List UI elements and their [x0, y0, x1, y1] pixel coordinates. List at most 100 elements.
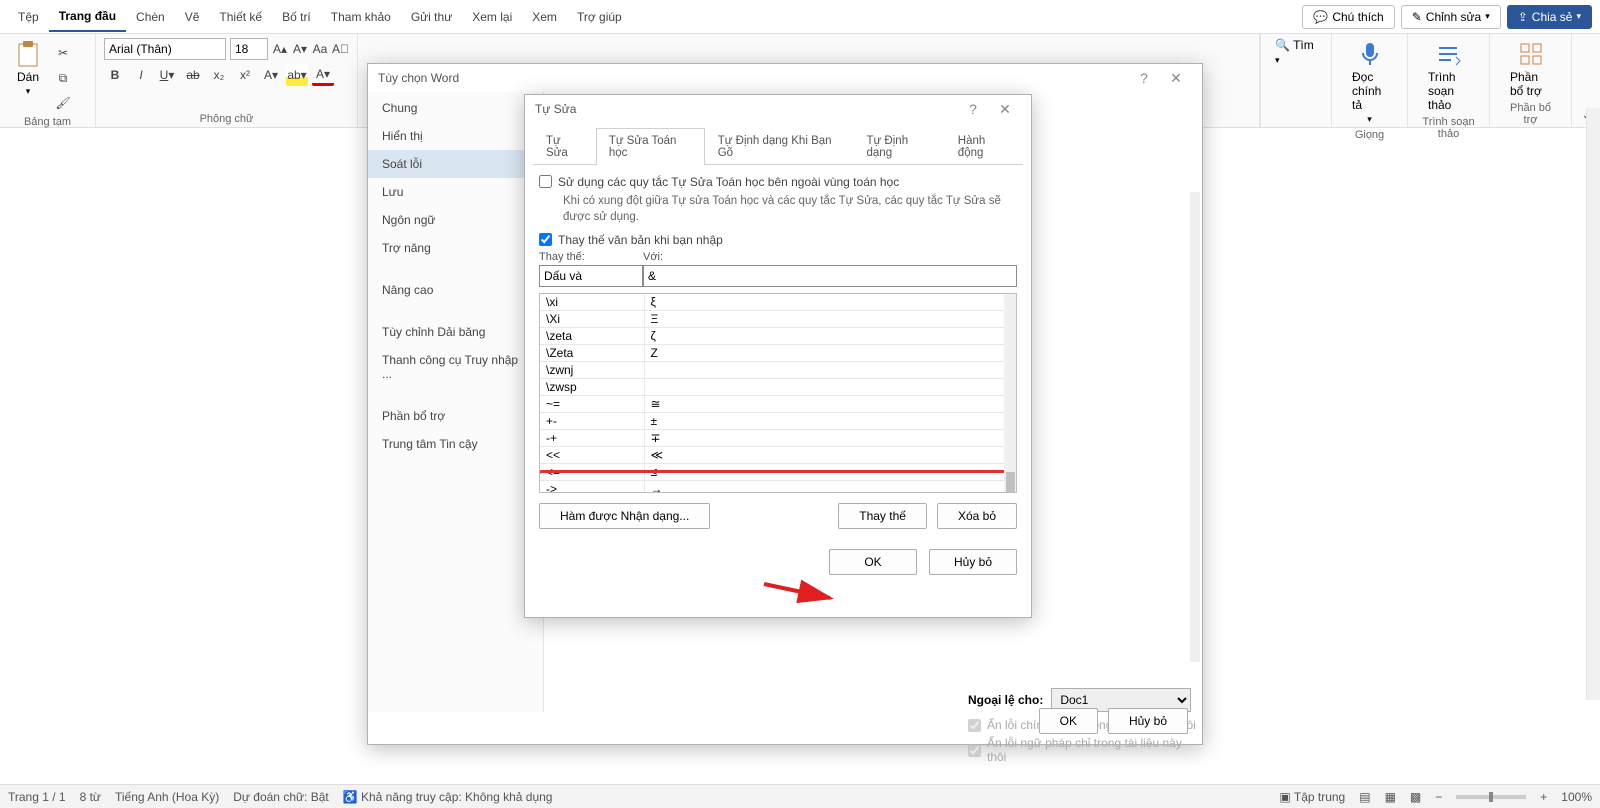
share-button[interactable]: ⇪Chia sẻ▾ [1507, 5, 1592, 29]
replace-input[interactable] [539, 265, 643, 287]
highlight-icon[interactable]: ab▾ [286, 64, 308, 86]
editor-button[interactable]: Trình soạn thảo [1422, 38, 1475, 114]
clear-format-icon[interactable]: A⃠ [332, 38, 349, 60]
with-header: Với: [643, 251, 1017, 263]
tab-actions[interactable]: Hành động [945, 128, 1023, 165]
italic-button[interactable]: I [130, 64, 152, 86]
menu-layout[interactable]: Bố trí [272, 3, 321, 31]
nav-qat[interactable]: Thanh công cụ Truy nhập ... [368, 346, 543, 388]
word-count[interactable]: 8 từ [80, 790, 101, 804]
tab-autocorrect[interactable]: Tự Sửa [533, 128, 596, 165]
help-icon[interactable]: ? [1128, 70, 1160, 86]
zoom-in-icon[interactable]: + [1540, 790, 1547, 804]
ac-ok-button[interactable]: OK [829, 549, 917, 575]
with-input[interactable] [643, 265, 1017, 287]
grow-font-icon[interactable]: A▴ [272, 38, 288, 60]
table-row[interactable]: \zwsp [540, 379, 1016, 396]
ac-help-icon[interactable]: ? [957, 101, 989, 117]
menu-design[interactable]: Thiết kế [209, 3, 272, 31]
strikethrough-button[interactable]: ab [182, 64, 204, 86]
replace-button[interactable]: Thay thế [838, 503, 927, 529]
nav-customize-ribbon[interactable]: Tùy chỉnh Dải băng [368, 318, 543, 346]
comments-button[interactable]: 💬Chú thích [1302, 5, 1394, 29]
recognized-functions-button[interactable]: Hàm được Nhận dạng... [539, 503, 710, 529]
use-outside-math-checkbox[interactable]: Sử dụng các quy tắc Tự Sửa Toán học bên … [539, 175, 1017, 189]
find-button[interactable]: 🔍 Tìm ▾ [1275, 38, 1317, 66]
table-row[interactable]: \xiξ [540, 294, 1016, 311]
menu-references[interactable]: Tham khảo [321, 3, 401, 31]
menu-review[interactable]: Xem lại [462, 3, 522, 31]
ac-cancel-button[interactable]: Hủy bỏ [929, 549, 1017, 575]
nav-language[interactable]: Ngôn ngữ [368, 206, 543, 234]
delete-button[interactable]: Xóa bỏ [937, 503, 1017, 529]
replacement-table[interactable]: \xiξ\XiΞ\zetaζ\ZetaΖ\zwnj\zwsp~=≅+-±-+∓<… [539, 293, 1017, 493]
exceptions-label: Ngoại lệ cho: [968, 693, 1043, 707]
subscript-button[interactable]: x₂ [208, 64, 230, 86]
ac-close-icon[interactable]: ✕ [989, 101, 1021, 118]
view-print-icon[interactable]: ▦ [1385, 790, 1396, 804]
nav-save[interactable]: Lưu [368, 178, 543, 206]
nav-accessibility[interactable]: Trợ năng [368, 234, 543, 262]
nav-proofing[interactable]: Soát lỗi [368, 150, 543, 178]
table-row[interactable]: \zetaζ [540, 328, 1016, 345]
copy-icon[interactable]: ⧉ [52, 67, 74, 89]
table-scrollbar[interactable] [1004, 294, 1016, 492]
table-row[interactable]: -+∓ [540, 430, 1016, 447]
table-row[interactable]: \XiΞ [540, 311, 1016, 328]
menu-view[interactable]: Xem [522, 3, 567, 31]
zoom-slider[interactable] [1456, 795, 1526, 799]
zoom-out-icon[interactable]: − [1435, 790, 1442, 804]
hide-grammar-checkbox[interactable]: Ẩn lỗi ngữ pháp chỉ trong tài liệu này t… [968, 736, 1202, 764]
menu-draw[interactable]: Vẽ [175, 3, 210, 31]
font-size-select[interactable] [230, 38, 268, 60]
text-effects-icon[interactable]: A▾ [260, 64, 282, 86]
nav-general[interactable]: Chung [368, 94, 543, 122]
replace-text-checkbox[interactable]: Thay thế văn bản khi bạn nhập [539, 233, 1017, 247]
change-case-icon[interactable]: Aa [312, 38, 328, 60]
menu-help[interactable]: Trợ giúp [567, 3, 632, 31]
options-ok-button[interactable]: OK [1039, 708, 1098, 734]
language-status[interactable]: Tiếng Anh (Hoa Kỳ) [115, 790, 219, 804]
table-row[interactable]: <=≤ [540, 464, 1016, 481]
tab-math-autocorrect[interactable]: Tự Sửa Toán học [596, 128, 705, 165]
cut-icon[interactable]: ✂ [52, 42, 74, 64]
superscript-button[interactable]: x² [234, 64, 256, 86]
nav-display[interactable]: Hiển thị [368, 122, 543, 150]
accessibility-status[interactable]: ♿ Khả năng truy cập: Không khả dụng [343, 790, 553, 804]
tab-autoformat[interactable]: Tự Định dạng [854, 128, 945, 165]
view-web-icon[interactable]: ▩ [1410, 790, 1421, 804]
tab-autoformat-typing[interactable]: Tự Định dạng Khi Bạn Gõ [705, 128, 854, 165]
view-read-icon[interactable]: ▤ [1359, 790, 1370, 804]
shrink-font-icon[interactable]: A▾ [292, 38, 308, 60]
table-row[interactable]: +-± [540, 413, 1016, 430]
nav-addins[interactable]: Phần bổ trợ [368, 402, 543, 430]
options-cancel-button[interactable]: Hủy bỏ [1108, 708, 1188, 734]
font-color-icon[interactable]: A▾ [312, 64, 334, 86]
underline-button[interactable]: U▾ [156, 64, 178, 86]
addins-button[interactable]: Phần bổ trợ [1504, 38, 1557, 100]
menu-file[interactable]: Tệp [8, 3, 49, 31]
font-name-select[interactable] [104, 38, 226, 60]
page-status[interactable]: Trang 1 / 1 [8, 790, 66, 804]
options-scrollbar[interactable] [1190, 192, 1200, 662]
table-row[interactable]: ->→ [540, 481, 1016, 494]
nav-trust-center[interactable]: Trung tâm Tin cậy [368, 430, 543, 458]
bold-button[interactable]: B [104, 64, 126, 86]
menu-home[interactable]: Trang đầu [49, 2, 126, 32]
table-row[interactable]: <<≪ [540, 447, 1016, 464]
menu-mailings[interactable]: Gửi thư [401, 3, 462, 31]
predict-status[interactable]: Dự đoán chữ: Bật [233, 790, 328, 804]
editing-mode-button[interactable]: ✎Chỉnh sửa▾ [1401, 5, 1501, 29]
format-painter-icon[interactable]: 🖌 [52, 92, 74, 114]
nav-advanced[interactable]: Nâng cao [368, 276, 543, 304]
paste-button[interactable]: Dán▾ [8, 38, 48, 99]
focus-mode[interactable]: ▣ Tập trung [1279, 790, 1345, 804]
menu-insert[interactable]: Chèn [126, 3, 175, 31]
vertical-scrollbar[interactable] [1586, 108, 1600, 700]
table-row[interactable]: ~=≅ [540, 396, 1016, 413]
close-icon[interactable]: ✕ [1160, 70, 1192, 87]
table-row[interactable]: \zwnj [540, 362, 1016, 379]
zoom-level[interactable]: 100% [1561, 790, 1592, 804]
table-row[interactable]: \ZetaΖ [540, 345, 1016, 362]
dictate-button[interactable]: Đọc chính tả▾ [1346, 38, 1393, 127]
